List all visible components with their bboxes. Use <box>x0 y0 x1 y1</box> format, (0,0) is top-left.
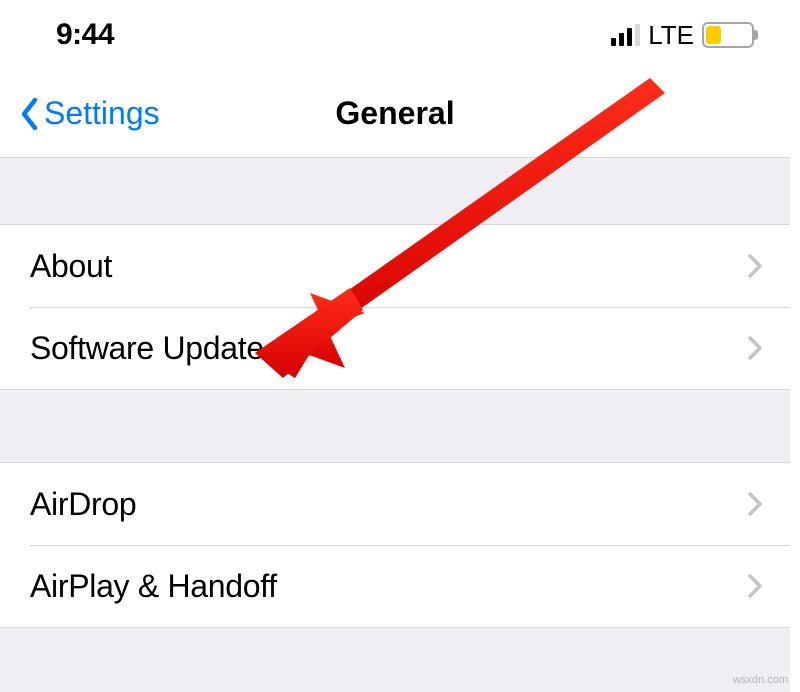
list-group: About Software Update <box>0 224 790 390</box>
nav-bar: Settings General <box>0 70 790 158</box>
network-type-label: LTE <box>648 20 694 51</box>
row-software-update[interactable]: Software Update <box>0 307 790 389</box>
status-icons: LTE <box>611 20 754 51</box>
row-label: Software Update <box>30 330 264 367</box>
row-airplay-handoff[interactable]: AirPlay & Handoff <box>0 545 790 627</box>
section-gap <box>0 390 790 462</box>
row-label: AirPlay & Handoff <box>30 568 277 605</box>
row-airdrop[interactable]: AirDrop <box>0 463 790 545</box>
battery-fill <box>706 26 721 44</box>
row-label: AirDrop <box>30 486 136 523</box>
page-title: General <box>335 95 454 132</box>
status-bar: 9:44 LTE <box>0 0 790 70</box>
status-time: 9:44 <box>56 18 114 52</box>
list-group: AirDrop AirPlay & Handoff <box>0 462 790 628</box>
watermark: wsxdn.com <box>733 674 788 686</box>
chevron-right-icon <box>748 492 762 516</box>
chevron-right-icon <box>748 254 762 278</box>
settings-general-screen: 9:44 LTE Settings General Abou <box>0 0 790 692</box>
battery-icon <box>702 22 754 48</box>
chevron-right-icon <box>748 336 762 360</box>
cellular-signal-icon <box>611 24 640 46</box>
chevron-left-icon <box>20 97 40 131</box>
screenshot-border <box>790 0 800 692</box>
chevron-right-icon <box>748 574 762 598</box>
section-gap <box>0 158 790 224</box>
row-about[interactable]: About <box>0 225 790 307</box>
row-label: About <box>30 248 112 285</box>
back-button[interactable]: Settings <box>20 95 160 132</box>
back-label: Settings <box>44 95 160 132</box>
